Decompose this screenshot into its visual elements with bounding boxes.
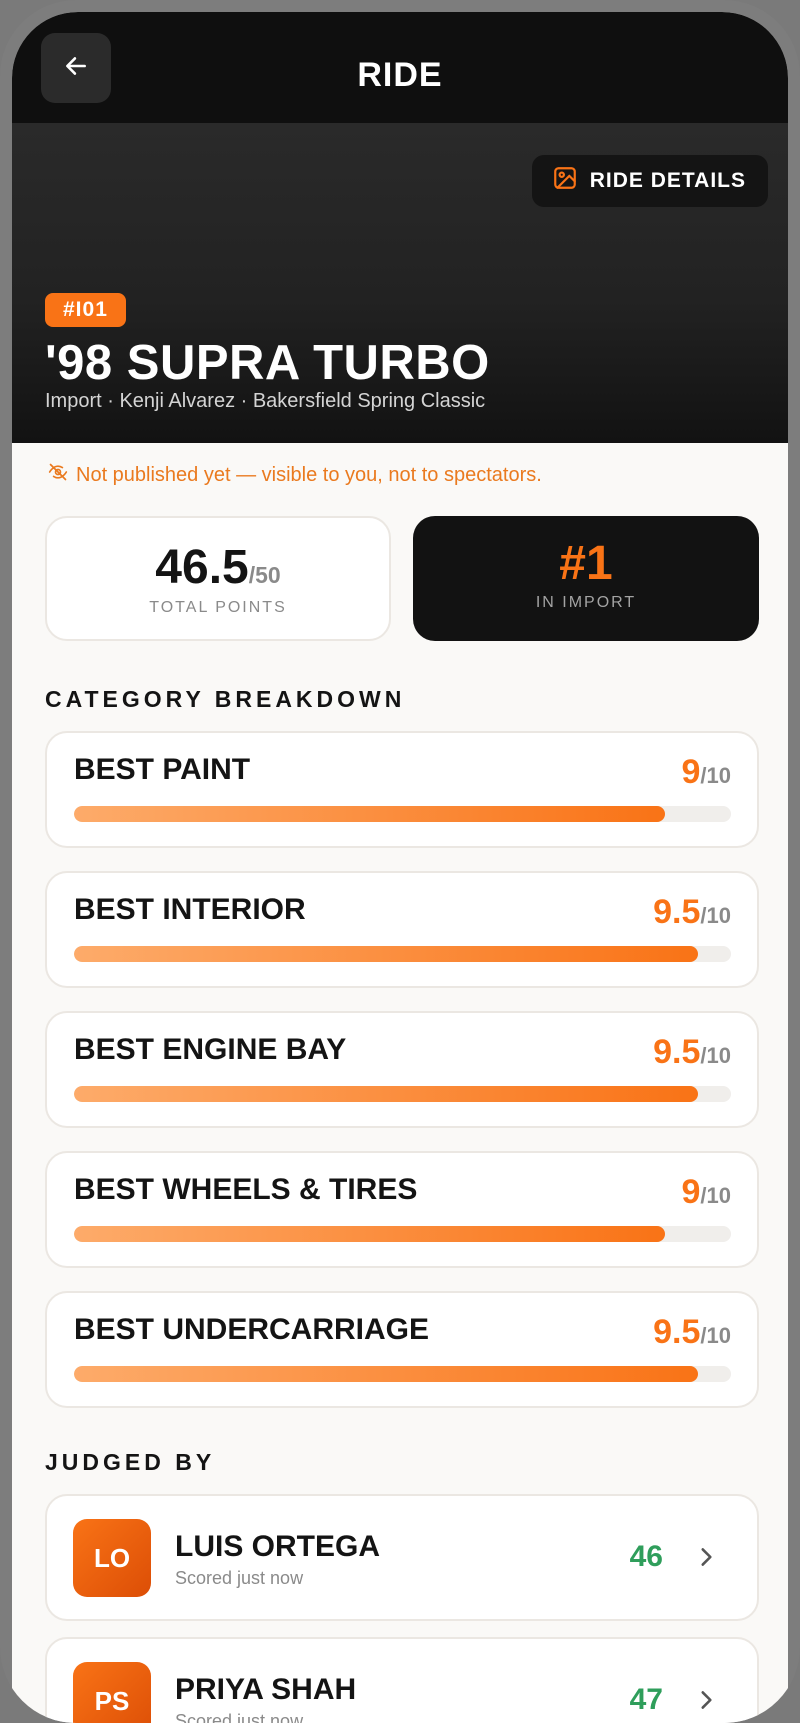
judge-score: 47 — [629, 1683, 663, 1716]
category-progress-track — [74, 806, 731, 822]
category-progress-fill — [74, 1086, 699, 1102]
category-score-value: 9.5 — [653, 893, 701, 931]
category-name: BEST PAINT — [74, 753, 251, 786]
rank-label: IN IMPORT — [535, 594, 637, 611]
judge-score: 46 — [629, 1540, 663, 1573]
eye-off-icon — [48, 462, 68, 488]
category-card: BEST UNDERCARRIAGE 9.5/10 — [45, 1291, 759, 1408]
category-name: BEST UNDERCARRIAGE — [74, 1313, 430, 1346]
category-score-max: /10 — [700, 1043, 731, 1068]
total-points-card: 46.5/50 TOTAL POINTS — [45, 516, 391, 641]
avatar: LO — [73, 1519, 151, 1597]
category-progress-track — [74, 1226, 731, 1242]
chevron-right-icon — [693, 1544, 719, 1575]
rank-card: #1 IN IMPORT — [413, 516, 759, 641]
total-points-max: /50 — [248, 562, 281, 588]
chevron-right-icon — [693, 1687, 719, 1718]
category-score: 9.5/10 — [653, 1313, 731, 1352]
category-score-max: /10 — [700, 1323, 731, 1348]
category-progress-fill — [74, 946, 699, 962]
notice-text: Not published yet — visible to you, not … — [76, 463, 542, 486]
ride-meta: Import · Kenji Alvarez · Bakersfield Spr… — [45, 390, 486, 412]
category-score-value: 9.5 — [653, 1033, 701, 1071]
category-score-value: 9 — [681, 753, 701, 791]
category-score-max: /10 — [700, 903, 731, 928]
category-score-max: /10 — [700, 1183, 731, 1208]
category-progress-fill — [74, 806, 666, 822]
category-score-value: 9 — [681, 1173, 701, 1211]
category-card: BEST WHEELS & TIRES 9/10 — [45, 1151, 759, 1268]
top-bar: RIDE — [12, 12, 788, 123]
total-points-value: 46.5 — [155, 541, 249, 594]
category-progress-track — [74, 1086, 731, 1102]
avatar: PS — [73, 1662, 151, 1723]
category-card: BEST INTERIOR 9.5/10 — [45, 871, 759, 988]
judge-name: PRIYA SHAH — [175, 1673, 357, 1706]
judge-name: LUIS ORTEGA — [175, 1530, 381, 1563]
total-points-label: TOTAL POINTS — [149, 599, 287, 616]
ride-name: '98 SUPRA TURBO — [45, 336, 490, 390]
category-score-value: 9.5 — [653, 1313, 701, 1351]
category-score: 9.5/10 — [653, 893, 731, 932]
entry-number-badge: #I01 — [45, 293, 126, 327]
category-progress-fill — [74, 1226, 666, 1242]
category-score: 9/10 — [681, 1173, 731, 1212]
category-score: 9/10 — [681, 753, 731, 792]
category-progress-track — [74, 1366, 731, 1382]
judge-row[interactable]: LO LUIS ORTEGA Scored just now 46 — [45, 1494, 759, 1621]
judge-scored-time: Scored just now — [175, 1568, 304, 1588]
judge-scored-time: Scored just now — [175, 1711, 304, 1723]
category-name: BEST INTERIOR — [74, 893, 306, 926]
category-progress-fill — [74, 1366, 699, 1382]
app-screen: RIDE RIDE DETAILS #I01 '98 SUPRA TURBO I… — [12, 12, 788, 1723]
page-title: RIDE — [357, 56, 443, 94]
image-icon — [552, 165, 578, 197]
category-name: BEST WHEELS & TIRES — [74, 1173, 418, 1206]
category-card: BEST ENGINE BAY 9.5/10 — [45, 1011, 759, 1128]
category-name: BEST ENGINE BAY — [74, 1033, 347, 1066]
ride-details-button[interactable]: RIDE DETAILS — [531, 155, 768, 207]
judge-row[interactable]: PS PRIYA SHAH Scored just now 47 — [45, 1637, 759, 1723]
ride-hero: RIDE DETAILS #I01 '98 SUPRA TURBO Import… — [12, 123, 788, 443]
category-score: 9.5/10 — [653, 1033, 731, 1072]
judged-by-heading: JUDGED BY — [45, 1449, 216, 1475]
rank-value: #1 — [559, 537, 613, 590]
ride-details-label: RIDE DETAILS — [589, 169, 746, 192]
category-breakdown-heading: CATEGORY BREAKDOWN — [45, 686, 406, 712]
category-card: BEST PAINT 9/10 — [45, 731, 759, 848]
unpublished-notice: Not published yet — visible to you, not … — [48, 462, 542, 488]
category-progress-track — [74, 946, 731, 962]
phone-frame: RIDE RIDE DETAILS #I01 '98 SUPRA TURBO I… — [0, 0, 800, 1723]
category-score-max: /10 — [700, 763, 731, 788]
